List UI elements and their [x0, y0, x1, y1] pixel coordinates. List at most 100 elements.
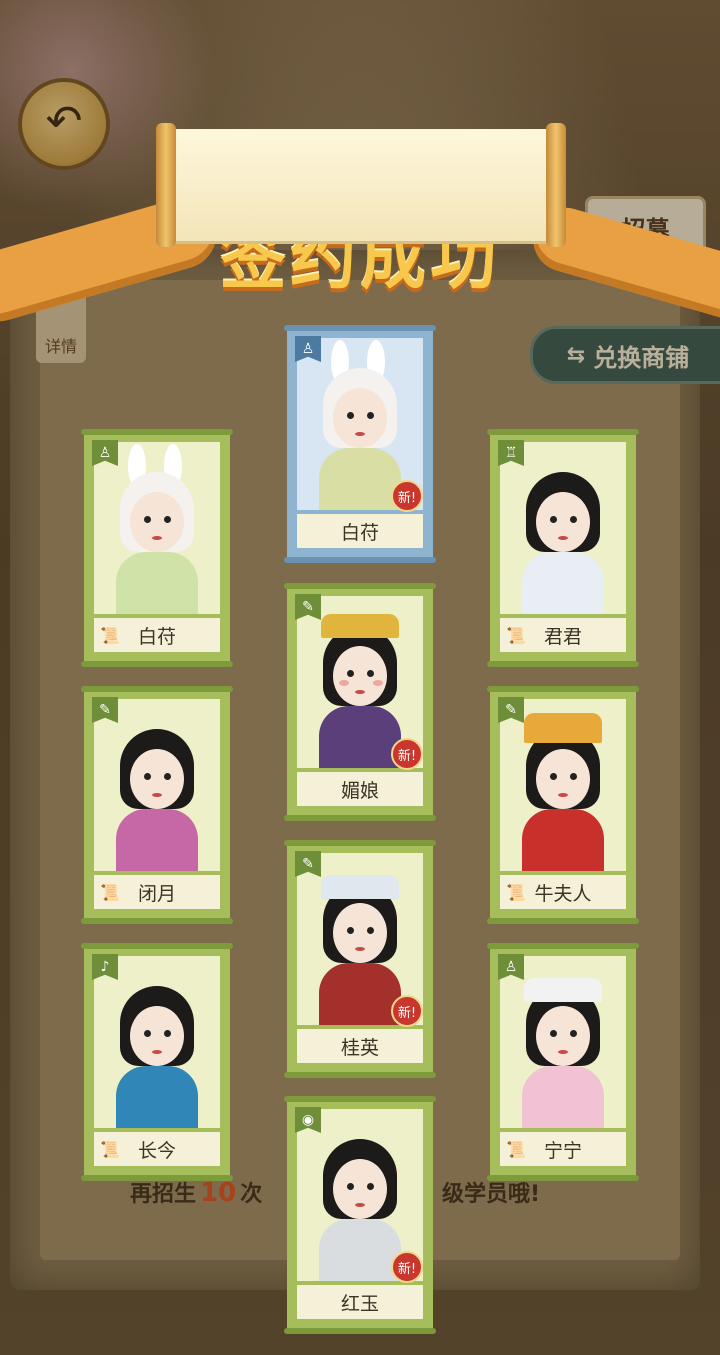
character-face — [130, 1006, 184, 1066]
card-rod-bottom — [487, 918, 639, 924]
scroll-icon: 📜 — [100, 1140, 120, 1159]
character-eye — [164, 1030, 171, 1037]
character-eye — [550, 516, 557, 523]
hint-suffix: 级学员哦! — [442, 1182, 541, 1207]
scroll-icon: 📜 — [506, 1140, 526, 1159]
card-rod-bottom — [487, 661, 639, 667]
card-rod-bottom — [284, 1328, 436, 1334]
character-mouth — [355, 1203, 365, 1207]
title-scroll — [156, 123, 566, 247]
card-rod-top — [487, 429, 639, 435]
character-blush — [339, 680, 349, 686]
character-body — [319, 448, 401, 510]
character-name: 宁宁 — [543, 1139, 582, 1162]
recruit-card[interactable]: ♙ 📜 宁宁 — [487, 943, 639, 1181]
character-mouth — [152, 1050, 162, 1054]
character-face — [333, 1159, 387, 1219]
character-portrait — [500, 699, 626, 871]
recruit-card[interactable]: ◉ 新! 红玉 — [284, 1096, 436, 1334]
card-rod-top — [81, 686, 233, 692]
scroll-icon: 📜 — [506, 626, 526, 645]
hint-prefix: 再招生 — [130, 1182, 197, 1207]
recruit-card[interactable]: ✎ 新! 桂英 — [284, 840, 436, 1078]
new-badge: 新! — [391, 738, 423, 770]
character-face — [333, 646, 387, 706]
character-body — [116, 809, 198, 871]
character-eye — [550, 1030, 557, 1037]
recruit-card-featured[interactable]: ♙ 新! 白苻 — [284, 325, 436, 563]
card-rod-top — [284, 583, 436, 589]
character-eye — [367, 927, 374, 934]
character-eye — [367, 412, 374, 419]
character-eye — [347, 1183, 354, 1190]
character-body — [319, 706, 401, 768]
card-rod-bottom — [284, 557, 436, 563]
new-badge: 新! — [391, 480, 423, 512]
scroll-icon: 📜 — [100, 626, 120, 645]
recruit-card[interactable]: ♪ 📜 长今 — [81, 943, 233, 1181]
character-name: 白苻 — [340, 521, 379, 544]
character-eye — [164, 773, 171, 780]
character-face — [130, 492, 184, 552]
character-face — [333, 903, 387, 963]
recruit-card[interactable]: ✎ 📜 牛夫人 — [487, 686, 639, 924]
character-crown — [524, 978, 602, 1002]
character-mouth — [152, 536, 162, 540]
character-mouth — [355, 947, 365, 951]
hint-count: 10 — [200, 1178, 237, 1208]
character-name-label: 📜 君君 — [500, 618, 626, 652]
character-face — [536, 1006, 590, 1066]
character-name: 牛夫人 — [534, 882, 592, 905]
recruit-card[interactable]: ♖ 📜 君君 — [487, 429, 639, 667]
recruit-card[interactable]: ♙ 📜 白苻 — [81, 429, 233, 667]
character-body — [522, 809, 604, 871]
character-crown — [321, 614, 399, 638]
character-mouth — [355, 432, 365, 436]
card-rod-bottom — [81, 661, 233, 667]
character-eye — [164, 516, 171, 523]
character-body — [522, 1066, 604, 1128]
character-mouth — [558, 1050, 568, 1054]
character-portrait — [94, 442, 220, 614]
character-eye — [367, 670, 374, 677]
card-rod-top — [81, 943, 233, 949]
card-rod-bottom — [284, 1072, 436, 1078]
character-mouth — [558, 536, 568, 540]
character-name-label: 📜 闭月 — [94, 875, 220, 909]
character-eye — [347, 412, 354, 419]
character-blush — [373, 680, 383, 686]
scroll-icon: 📜 — [506, 883, 526, 902]
character-name-label: 📜 牛夫人 — [500, 875, 626, 909]
character-name: 媚娘 — [340, 779, 379, 802]
character-eye — [144, 516, 151, 523]
character-body — [116, 552, 198, 614]
character-eye — [570, 773, 577, 780]
character-eye — [367, 1183, 374, 1190]
character-body — [522, 552, 604, 614]
character-eye — [144, 1030, 151, 1037]
character-crown — [524, 713, 602, 743]
card-rod-bottom — [81, 918, 233, 924]
character-eye — [144, 773, 151, 780]
character-name: 桂英 — [340, 1036, 379, 1059]
card-rod-top — [284, 1096, 436, 1102]
character-crown — [321, 875, 399, 899]
character-name-label: 📜 宁宁 — [500, 1132, 626, 1166]
character-name: 红玉 — [340, 1292, 379, 1315]
card-rod-top — [284, 840, 436, 846]
character-eye — [347, 670, 354, 677]
character-portrait — [500, 442, 626, 614]
recruit-card[interactable]: ✎ 📜 闭月 — [81, 686, 233, 924]
character-mouth — [558, 793, 568, 797]
new-badge: 新! — [391, 995, 423, 1027]
hint-mid: 次 — [240, 1182, 263, 1207]
character-eye — [550, 773, 557, 780]
character-name-label: 📜 长今 — [94, 1132, 220, 1166]
character-eye — [570, 1030, 577, 1037]
card-rod-bottom — [284, 815, 436, 821]
recruit-card[interactable]: ✎ 新! 媚娘 — [284, 583, 436, 821]
character-name-label: 📜 白苻 — [94, 618, 220, 652]
character-mouth — [152, 793, 162, 797]
card-rod-top — [81, 429, 233, 435]
character-name-label: 红玉 — [297, 1285, 423, 1319]
